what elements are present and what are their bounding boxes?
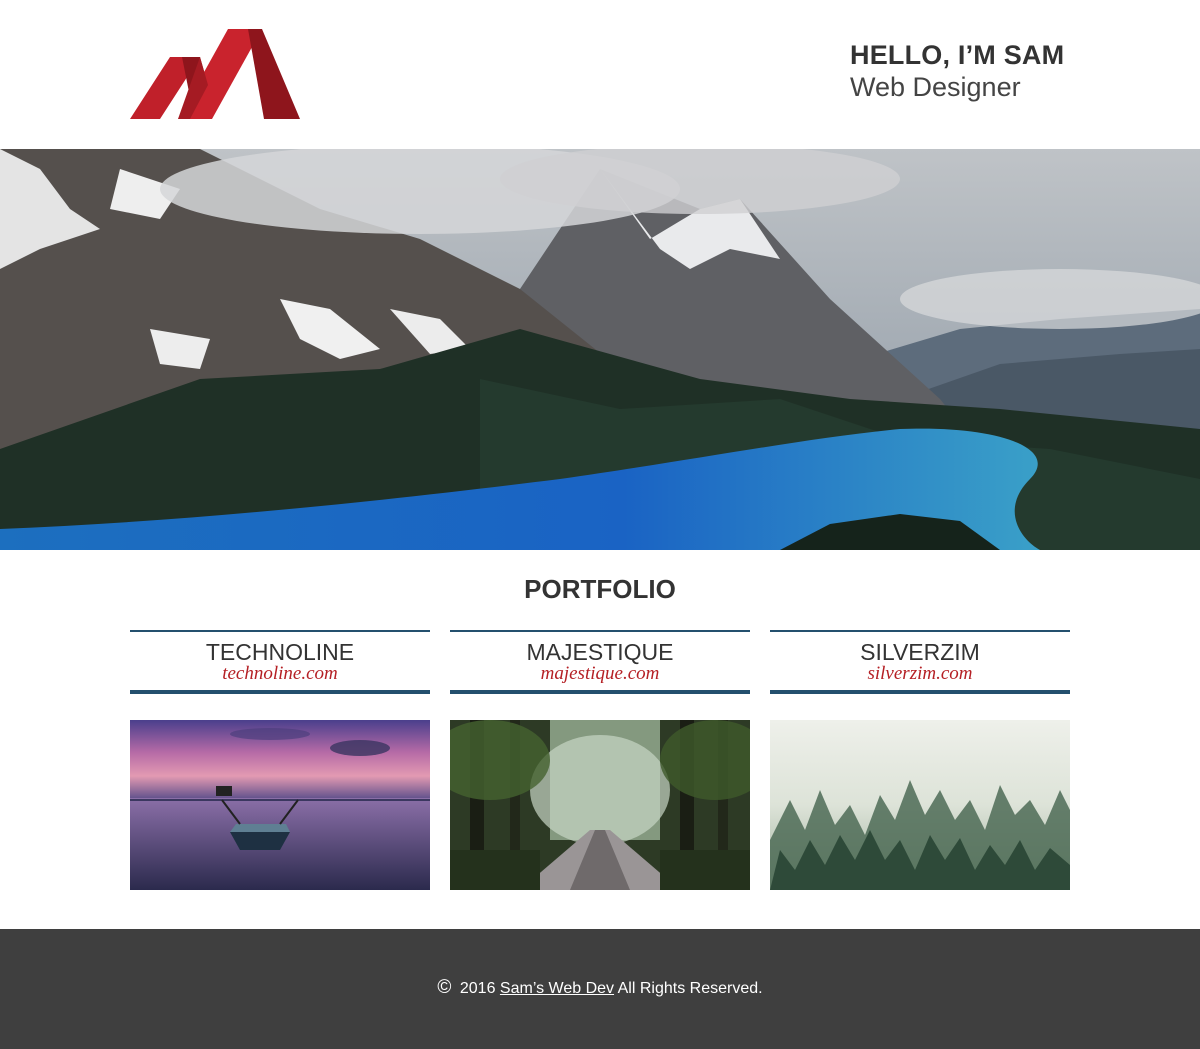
portfolio-thumbnail-silverzim[interactable] [770, 720, 1070, 890]
site-header: HELLO, I’M SAM Web Designer [0, 0, 1200, 149]
footer-copyright: © 2016 Sam’s Web Dev All Rights Reserved… [0, 977, 1200, 999]
portfolio-item-name: MAJESTIQUE [526, 639, 674, 665]
logo[interactable] [130, 29, 300, 120]
hero-image [0, 149, 1200, 550]
boat-sunset-icon [130, 720, 430, 890]
portfolio-card-silverzim[interactable]: SILVERZIM silverzim.com [770, 630, 1070, 694]
intro-subtitle: Web Designer [850, 72, 1021, 102]
intro-title: HELLO, I’M SAM [850, 40, 1065, 70]
foggy-forest-icon [770, 720, 1070, 890]
mountain-lake-icon [0, 149, 1200, 550]
site-footer: © 2016 Sam’s Web Dev All Rights Reserved… [0, 929, 1200, 1049]
portfolio-item-link[interactable]: majestique.com [450, 664, 750, 684]
portfolio-thumbnail-majestique[interactable] [450, 720, 750, 890]
portfolio-item-link[interactable]: technoline.com [130, 664, 430, 684]
footer-link[interactable]: Sam’s Web Dev [500, 980, 614, 997]
portfolio-item-link[interactable]: silverzim.com [770, 664, 1070, 684]
intro-block: HELLO, I’M SAM Web Designer [850, 40, 1110, 103]
footer-year: 2016 [459, 980, 496, 997]
portfolio-card-majestique[interactable]: MAJESTIQUE majestique.com [450, 630, 750, 694]
portfolio-thumbnail-technoline[interactable] [130, 720, 430, 890]
portfolio-card-technoline[interactable]: TECHNOLINE technoline.com [130, 630, 430, 694]
portfolio-item-name: TECHNOLINE [205, 639, 355, 665]
portfolio-item-name: SILVERZIM [860, 639, 980, 665]
portfolio-title: PORTFOLIO [524, 574, 676, 604]
logo-icon [130, 29, 300, 119]
footer-suffix: All Rights Reserved. [617, 980, 763, 997]
copyright-icon: © [437, 977, 452, 998]
forest-road-icon [450, 720, 750, 890]
